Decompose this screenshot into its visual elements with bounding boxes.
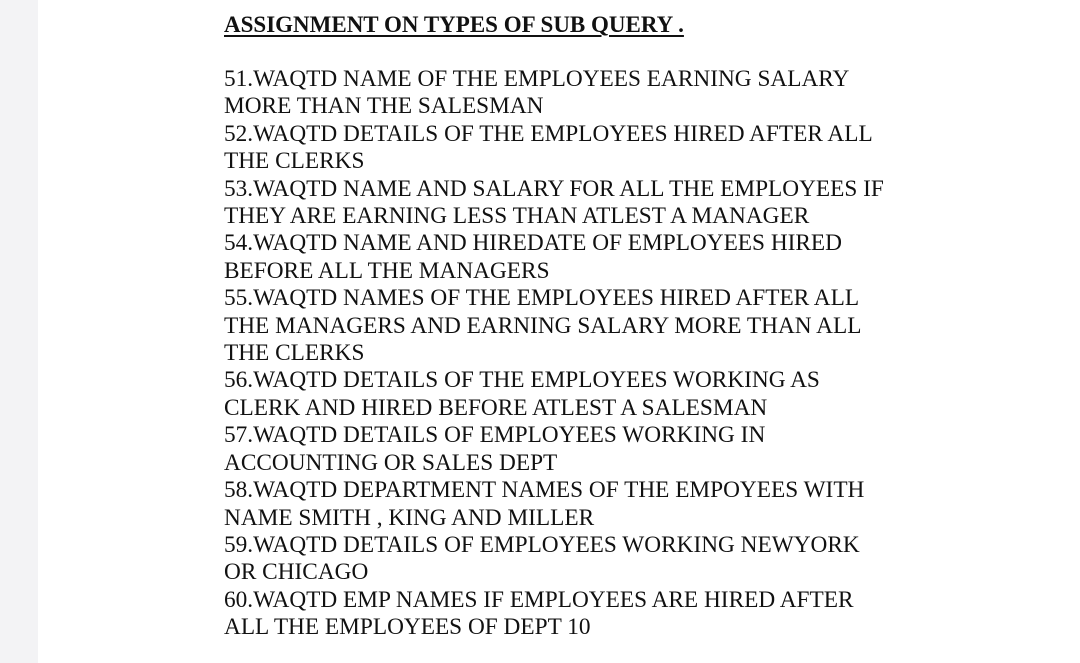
question-line: THEY ARE EARNING LESS THAN ATLEST A MANA…: [224, 203, 810, 230]
question-line: 60.WAQTD EMP NAMES IF EMPLOYEES ARE HIRE…: [224, 586, 854, 613]
question-item: 57.WAQTD DETAILS OF EMPLOYEES WORKING IN…: [224, 422, 1080, 477]
question-line: CLERK AND HIRED BEFORE ATLEST A SALESMAN: [224, 394, 768, 421]
question-item: 60.WAQTD EMP NAMES IF EMPLOYEES ARE HIRE…: [224, 587, 1080, 642]
question-line: 52.WAQTD DETAILS OF THE EMPLOYEES HIRED …: [224, 120, 873, 147]
question-line: THE CLERKS: [224, 148, 365, 175]
question-line: BEFORE ALL THE MANAGERS: [224, 257, 550, 284]
question-item: 58.WAQTD DEPARTMENT NAMES OF THE EMPOYEE…: [224, 477, 1080, 532]
question-item: 56.WAQTD DETAILS OF THE EMPLOYEES WORKIN…: [224, 367, 1080, 422]
question-item: 51.WAQTD NAME OF THE EMPLOYEES EARNING S…: [224, 66, 1080, 121]
question-line: 53.WAQTD NAME AND SALARY FOR ALL THE EMP…: [224, 175, 884, 202]
question-item: 54.WAQTD NAME AND HIREDATE OF EMPLOYEES …: [224, 230, 1080, 285]
question-line: ALL THE EMPLOYEES OF DEPT 10: [224, 614, 591, 641]
question-item: 53.WAQTD NAME AND SALARY FOR ALL THE EMP…: [224, 176, 1080, 231]
question-list: 51.WAQTD NAME OF THE EMPLOYEES EARNING S…: [224, 66, 1080, 642]
question-line: 51.WAQTD NAME OF THE EMPLOYEES EARNING S…: [224, 66, 850, 92]
question-line: 56.WAQTD DETAILS OF THE EMPLOYEES WORKIN…: [224, 367, 820, 394]
question-line: 59.WAQTD DETAILS OF EMPLOYEES WORKING NE…: [224, 531, 860, 558]
document-title: ASSIGNMENT ON TYPES OF SUB QUERY .: [224, 12, 684, 37]
question-line: OR CHICAGO: [224, 559, 369, 586]
question-item: 59.WAQTD DETAILS OF EMPLOYEES WORKING NE…: [224, 532, 1080, 587]
question-line: 54.WAQTD NAME AND HIREDATE OF EMPLOYEES …: [224, 230, 842, 257]
question-item: 55.WAQTD NAMES OF THE EMPLOYEES HIRED AF…: [224, 285, 1080, 367]
document-page: ASSIGNMENT ON TYPES OF SUB QUERY . 51.WA…: [224, 10, 1080, 642]
question-item: 52.WAQTD DETAILS OF THE EMPLOYEES HIRED …: [224, 121, 1080, 176]
question-line: 55.WAQTD NAMES OF THE EMPLOYEES HIRED AF…: [224, 285, 860, 312]
question-line: NAME SMITH , KING AND MILLER: [224, 504, 595, 531]
question-line: MORE THAN THE SALESMAN: [224, 93, 544, 120]
question-line: ACCOUNTING OR SALES DEPT: [224, 449, 558, 476]
question-line: THE MANAGERS AND EARNING SALARY MORE THA…: [224, 312, 862, 339]
document-sheet: ASSIGNMENT ON TYPES OF SUB QUERY . 51.WA…: [38, 0, 1080, 663]
question-line: 57.WAQTD DETAILS OF EMPLOYEES WORKING IN: [224, 422, 766, 449]
question-line: THE CLERKS: [224, 340, 365, 367]
question-line: 58.WAQTD DEPARTMENT NAMES OF THE EMPOYEE…: [224, 477, 865, 504]
